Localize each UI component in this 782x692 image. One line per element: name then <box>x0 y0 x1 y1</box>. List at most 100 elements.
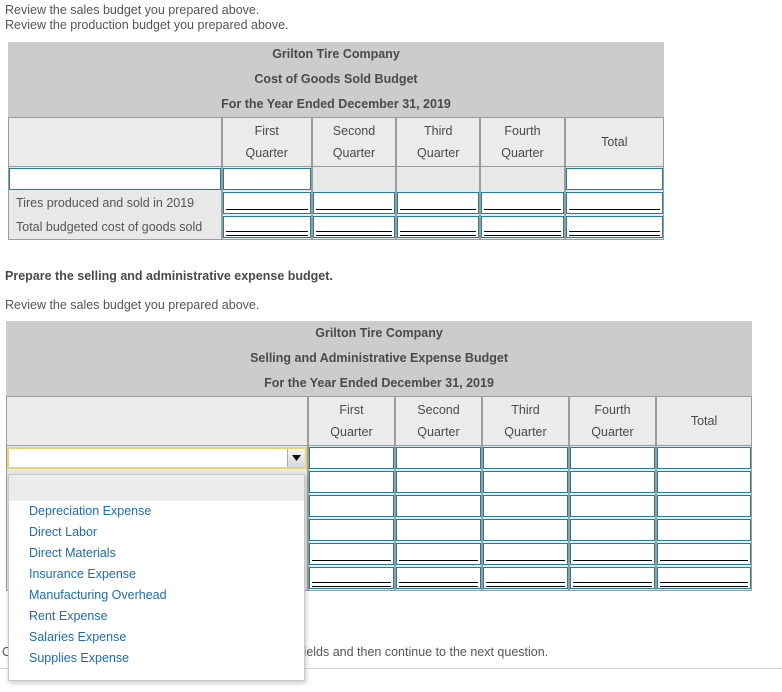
sae-row5-q3-input[interactable] <box>483 543 568 565</box>
table-row: Total budgeted cost of goods sold <box>8 215 664 240</box>
column-header-row: First Quarter Second Quarter Third Quart… <box>8 117 664 167</box>
company-name: Grilton Tire Company <box>6 321 753 346</box>
input-wrapper <box>309 543 394 565</box>
sae-row3-q4-input[interactable] <box>570 495 655 517</box>
sae-row1-total-input[interactable] <box>657 447 752 469</box>
cell-third-quarter-disabled <box>396 167 481 191</box>
cell-fourth-quarter <box>569 542 656 566</box>
input-wrapper <box>309 567 394 589</box>
sae-row1-q4-input[interactable] <box>570 447 655 469</box>
sae-row4-q3-input[interactable] <box>483 519 568 541</box>
column-header-third-quarter: Third Quarter <box>482 396 569 446</box>
input-wrapper <box>570 495 655 517</box>
input-wrapper <box>570 471 655 493</box>
sae-row1-q2-input[interactable] <box>396 447 481 469</box>
cogs-row3-q1-input[interactable] <box>222 216 311 238</box>
cell-first-quarter <box>308 518 395 542</box>
column-header-fourth-quarter: Fourth Quarter <box>480 117 565 167</box>
cell-second-quarter <box>395 566 482 591</box>
sae-row6-q2-input[interactable] <box>396 567 481 589</box>
cell-first-quarter <box>308 542 395 566</box>
input-wrapper <box>396 471 481 493</box>
sae-row5-q2-input[interactable] <box>396 543 481 565</box>
dropdown-option-depreciation-expense[interactable]: Depreciation Expense <box>9 501 304 522</box>
input-wrapper <box>481 216 564 238</box>
column-header-first-quarter: First Quarter <box>308 396 395 446</box>
cell-second-quarter <box>395 446 482 470</box>
column-header-total: Total <box>564 117 664 167</box>
cogs-row2-q2-input[interactable] <box>312 192 396 214</box>
sae-row4-q4-input[interactable] <box>570 519 655 541</box>
column-header-row: First Quarter Second Quarter Third Quart… <box>6 396 753 446</box>
dropdown-option-salaries-expense[interactable]: Salaries Expense <box>9 627 304 648</box>
cell-second-quarter <box>311 191 397 215</box>
sae-row6-q1-input[interactable] <box>309 567 394 589</box>
sae-row2-total-input[interactable] <box>657 471 752 493</box>
expense-account-dropdown-list[interactable]: Depreciation Expense Direct Labor Direct… <box>8 474 305 681</box>
chevron-down-icon[interactable] <box>287 449 305 467</box>
dropdown-option-direct-materials[interactable]: Direct Materials <box>9 543 304 564</box>
cogs-row3-q3-input[interactable] <box>397 216 480 238</box>
dropdown-option-rent-expense[interactable]: Rent Expense <box>9 606 304 627</box>
sae-row5-q4-input[interactable] <box>570 543 655 565</box>
cell-total <box>564 215 664 240</box>
sae-row5-total-input[interactable] <box>657 543 752 565</box>
sae-row2-q1-input[interactable] <box>309 471 394 493</box>
dropdown-option-supplies-expense[interactable]: Supplies Expense <box>9 648 304 669</box>
cell-second-quarter <box>395 494 482 518</box>
input-wrapper <box>222 216 311 238</box>
cell-fourth-quarter-disabled <box>480 167 565 191</box>
sae-row3-total-input[interactable] <box>657 495 752 517</box>
dropdown-option-blank[interactable] <box>9 475 304 501</box>
input-wrapper <box>396 543 481 565</box>
input-wrapper <box>565 168 663 190</box>
column-header-blank <box>6 396 308 446</box>
dropdown-option-direct-labor[interactable]: Direct Labor <box>9 522 304 543</box>
sae-row3-q1-input[interactable] <box>309 495 394 517</box>
sae-row1-q3-input[interactable] <box>483 447 568 469</box>
sae-row2-q3-input[interactable] <box>483 471 568 493</box>
cell-fourth-quarter <box>569 494 656 518</box>
cogs-row2-total-input[interactable] <box>565 192 663 214</box>
cell-fourth-quarter <box>569 566 656 591</box>
sae-row6-total-input[interactable] <box>657 567 752 589</box>
sae-row5-q1-input[interactable] <box>309 543 394 565</box>
input-wrapper <box>396 519 481 541</box>
cogs-row3-total-input[interactable] <box>565 216 663 238</box>
sae-row6-q3-input[interactable] <box>483 567 568 589</box>
cell-total <box>656 470 753 494</box>
table-title-row: Cost of Goods Sold Budget <box>8 67 664 92</box>
sae-row6-q4-input[interactable] <box>570 567 655 589</box>
cogs-row3-q2-input[interactable] <box>312 216 396 238</box>
table-title-row: Selling and Administrative Expense Budge… <box>6 346 753 371</box>
sae-row4-q2-input[interactable] <box>396 519 481 541</box>
table-row <box>6 446 753 470</box>
cogs-row2-q4-input[interactable] <box>481 192 564 214</box>
cell-third-quarter <box>482 518 569 542</box>
sae-row3-q3-input[interactable] <box>483 495 568 517</box>
column-header-total: Total <box>656 396 753 446</box>
cogs-row1-total-input[interactable] <box>565 168 663 190</box>
cogs-row2-q1-input[interactable] <box>222 192 311 214</box>
sae-row2-q2-input[interactable] <box>396 471 481 493</box>
cogs-row1-label-input[interactable] <box>9 168 221 190</box>
table-row <box>8 167 664 191</box>
expense-account-select[interactable] <box>7 447 307 469</box>
cell-first-quarter <box>221 215 312 240</box>
cell-third-quarter <box>482 470 569 494</box>
input-wrapper <box>657 543 752 565</box>
sae-row1-q1-input[interactable] <box>309 447 394 469</box>
cogs-row2-q3-input[interactable] <box>397 192 480 214</box>
cogs-row3-q4-input[interactable] <box>481 216 564 238</box>
sae-row4-total-input[interactable] <box>657 519 752 541</box>
input-wrapper <box>9 168 221 190</box>
dropdown-option-insurance-expense[interactable]: Insurance Expense <box>9 564 304 585</box>
sae-row2-q4-input[interactable] <box>570 471 655 493</box>
cogs-row1-q1-input[interactable] <box>222 168 311 190</box>
sae-row3-q2-input[interactable] <box>396 495 481 517</box>
input-wrapper <box>309 519 394 541</box>
select-wrapper <box>7 447 307 469</box>
sae-row4-q1-input[interactable] <box>309 519 394 541</box>
input-wrapper <box>396 567 481 589</box>
dropdown-option-manufacturing-overhead[interactable]: Manufacturing Overhead <box>9 585 304 606</box>
